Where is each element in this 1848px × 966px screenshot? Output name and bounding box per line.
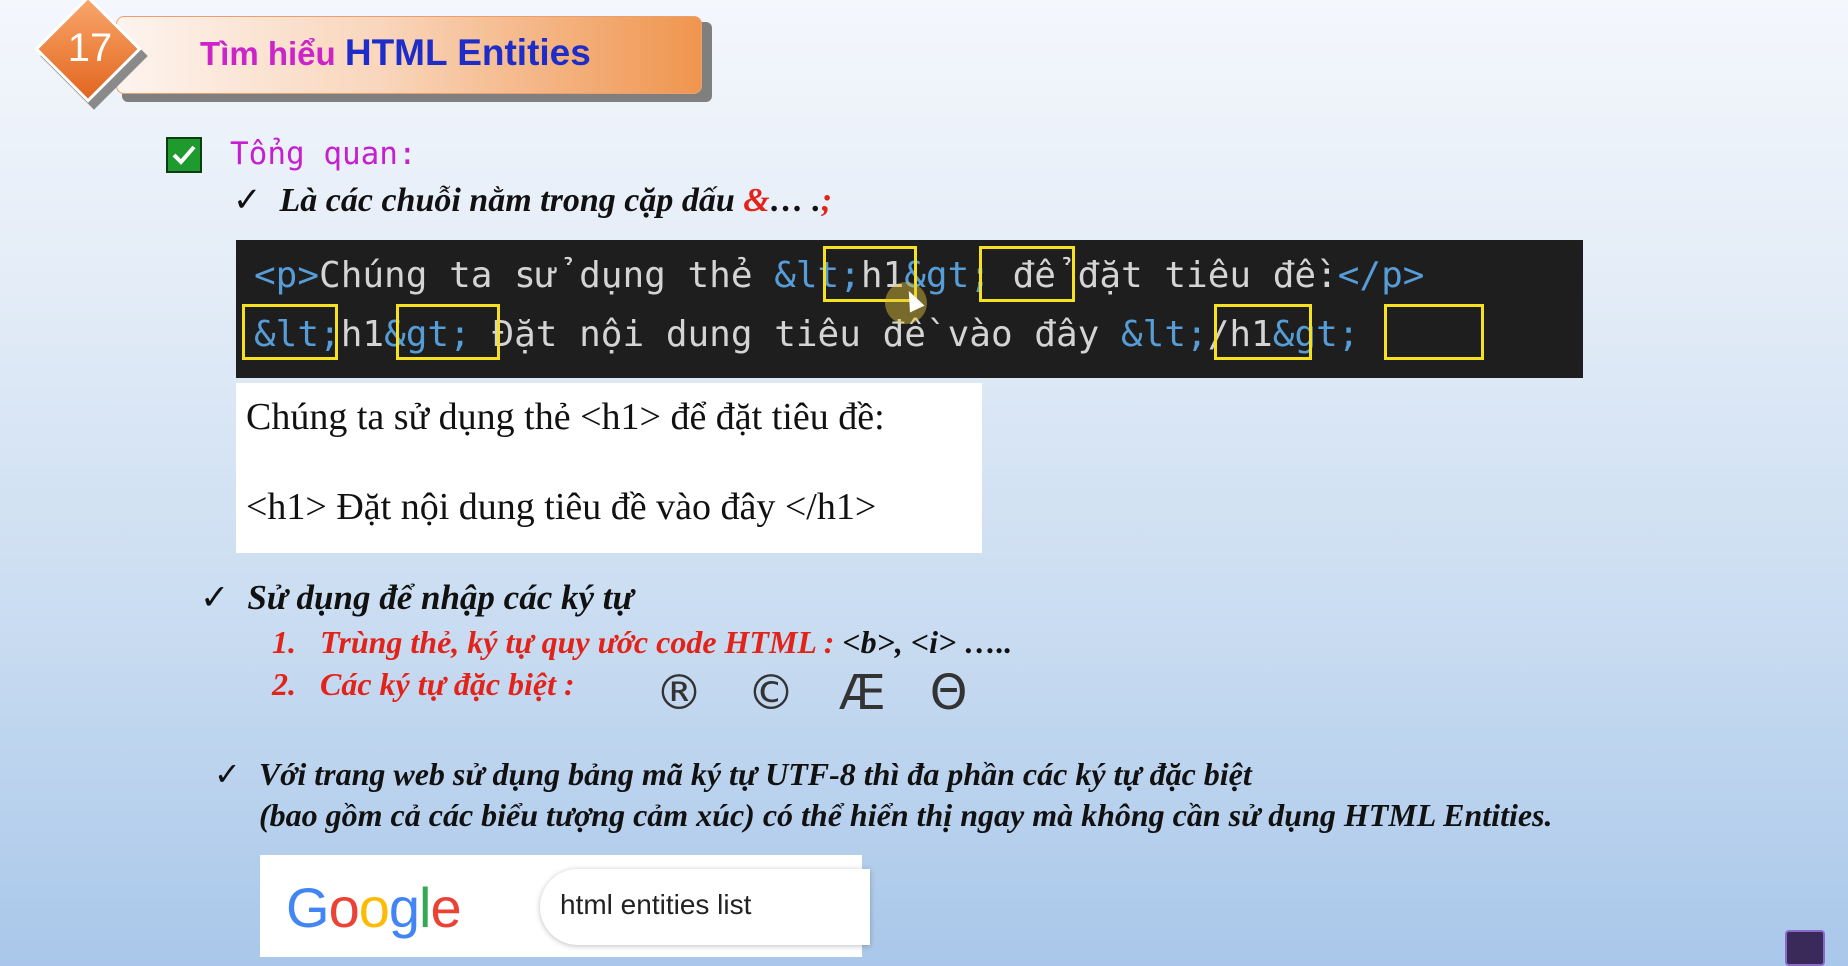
highlight-box bbox=[396, 304, 500, 360]
code-p-open: <p> bbox=[254, 255, 320, 296]
rendered-line-1: Chúng ta sử dụng thẻ <h1> để đặt tiêu đề… bbox=[246, 396, 885, 438]
list-item-1: 1. Trùng thẻ, ký tự quy ước code HTML : … bbox=[272, 624, 1012, 661]
tick-icon: ✓ bbox=[233, 182, 262, 219]
logo-letter: G bbox=[286, 876, 330, 939]
channel-avatar bbox=[1785, 930, 1825, 966]
logo-letter: l bbox=[419, 876, 431, 939]
bullet-1-amp: & bbox=[743, 182, 770, 219]
copyright-symbol: © bbox=[747, 665, 799, 721]
ae-ligature: Æ bbox=[839, 665, 890, 721]
bullet-1-dots: … . bbox=[769, 182, 821, 219]
title-main: HTML Entities bbox=[344, 32, 591, 73]
list-item-2: 2. Các ký tự đặc biệt : bbox=[272, 666, 575, 703]
google-search-snippet: Google html entities list bbox=[260, 855, 870, 957]
bullet-3-line-1: Với trang web sử dụng bảng mã ký tự UTF-… bbox=[258, 756, 1252, 792]
tick-icon: ✓ bbox=[200, 578, 230, 617]
bullet-3-line-2: (bao gồm cả các biểu tượng cảm xúc) có t… bbox=[259, 797, 1553, 833]
logo-letter: e bbox=[430, 876, 461, 939]
list-number: 1. bbox=[272, 624, 296, 660]
logo-letter: o bbox=[328, 876, 360, 939]
logo-letter: o bbox=[358, 876, 390, 939]
code-entity-lt: &lt; bbox=[1120, 314, 1208, 355]
highlight-box bbox=[1214, 304, 1312, 360]
logo-letter: g bbox=[388, 876, 420, 939]
code-text: Chúng ta sử dụng thẻ bbox=[319, 255, 775, 296]
code-text: Đặt nội dung tiêu đề vào đây bbox=[470, 314, 1121, 355]
code-h1: h1 bbox=[340, 314, 385, 355]
registered-symbol: ® bbox=[655, 665, 707, 721]
bullet-1-text: Là các chuỗi nằm trong cặp dấu bbox=[279, 182, 744, 219]
bullet-2: ✓ Sử dụng để nhập các ký tự bbox=[200, 578, 633, 618]
rendered-line-2: <h1> Đặt nội dung tiêu đề vào đây </h1> bbox=[246, 486, 877, 528]
theta-symbol: Θ bbox=[929, 665, 972, 721]
search-query: html entities list bbox=[560, 889, 752, 920]
lesson-number: 17 bbox=[67, 26, 113, 70]
rendered-output: Chúng ta sử dụng thẻ <h1> để đặt tiêu đề… bbox=[236, 383, 982, 553]
code-p-close: </p> bbox=[1337, 255, 1425, 296]
special-characters: ® © Æ Θ bbox=[655, 665, 1012, 721]
list-item-text: Các ký tự đặc biệt : bbox=[320, 666, 575, 702]
list-item-text: Trùng thẻ, ký tự quy ước code HTML : bbox=[320, 624, 843, 660]
highlight-box bbox=[1384, 304, 1484, 360]
google-logo: Google bbox=[286, 875, 462, 940]
bullet-1-semicolon: ; bbox=[820, 182, 833, 219]
bullet-2-text: Sử dụng để nhập các ký tự bbox=[247, 578, 634, 617]
bullet-3: ✓ Với trang web sử dụng bảng mã ký tự UTF… bbox=[214, 755, 1252, 793]
list-number: 2. bbox=[272, 666, 296, 702]
highlight-box bbox=[979, 246, 1075, 302]
checkmark-icon bbox=[166, 137, 202, 173]
tick-icon: ✓ bbox=[214, 756, 241, 792]
bullet-1: ✓ Là các chuỗi nằm trong cặp dấu &… .; bbox=[233, 180, 832, 220]
page-title: Tìm hiểu HTML Entities bbox=[200, 32, 591, 74]
title-prefix: Tìm hiểu bbox=[200, 35, 345, 72]
highlight-box bbox=[242, 304, 338, 360]
list-item-examples: <b>, <i> ….. bbox=[842, 624, 1013, 660]
section-title: Tổng quan: bbox=[230, 136, 417, 172]
